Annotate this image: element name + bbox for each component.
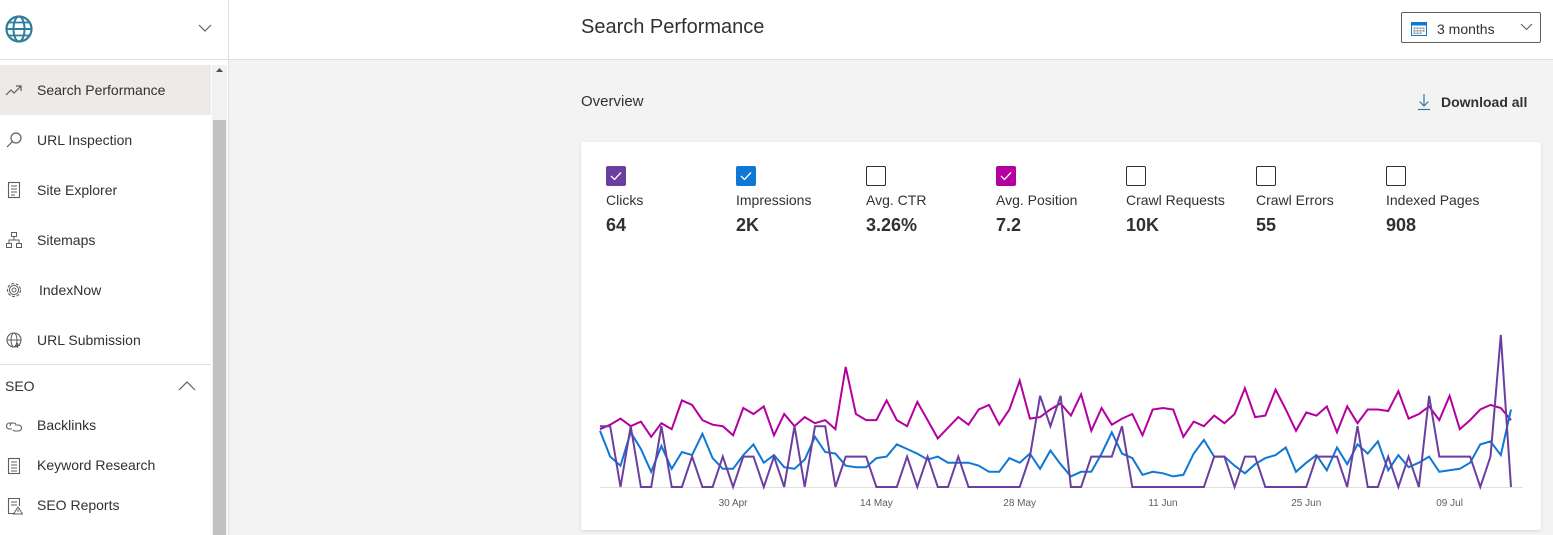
download-icon (1418, 94, 1430, 111)
metric-crawl-requests[interactable]: Crawl Requests 10K (1126, 166, 1251, 236)
globe-add-icon (6, 332, 22, 348)
search-icon (6, 132, 22, 148)
sidebar-section-seo[interactable]: SEO (0, 365, 211, 407)
document-lines-icon (7, 457, 21, 475)
checkmark-icon (1000, 172, 1012, 181)
section-label: SEO (5, 378, 35, 394)
download-all-label: Download all (1441, 94, 1528, 110)
sidebar-item-label: SEO Reports (37, 497, 120, 513)
checkmark-icon (610, 172, 622, 181)
report-warning-icon (7, 497, 23, 515)
metric-crawl-errors[interactable]: Crawl Errors 55 (1256, 166, 1381, 236)
gear-icon (6, 282, 22, 298)
sidebar-item-label: Sitemaps (37, 232, 96, 248)
metric-value: 7.2 (996, 215, 1022, 235)
metric-clicks[interactable]: Clicks 64 (606, 166, 731, 236)
chevron-up-icon[interactable] (178, 379, 196, 391)
x-tick-label: 11 Jun (1148, 498, 1177, 509)
metric-name: Avg. CTR (866, 192, 927, 208)
sidebar-scrollbar[interactable] (212, 65, 227, 535)
date-range-dropdown[interactable]: 3 months (1401, 12, 1541, 43)
metric-checkbox[interactable] (736, 166, 756, 186)
scroll-up-arrow-icon[interactable] (212, 65, 227, 77)
chevron-down-icon[interactable] (197, 20, 213, 36)
sidebar-item-label: IndexNow (39, 282, 102, 298)
sidebar-item-label: URL Submission (37, 332, 141, 348)
metric-name: Clicks (606, 192, 644, 208)
sidebar-item-site-explorer[interactable]: Site Explorer (0, 165, 211, 215)
sidebar-item-label: Site Explorer (37, 182, 118, 198)
metric-value: 55 (1256, 215, 1277, 235)
metric-checkbox[interactable] (1126, 166, 1146, 186)
metric-checkbox[interactable] (1386, 166, 1406, 186)
sidebar-item-url-inspection[interactable]: URL Inspection (0, 115, 211, 165)
sidebar-item-search-performance[interactable]: Search Performance (0, 65, 211, 115)
metric-name: Avg. Position (996, 192, 1078, 208)
metric-value: 64 (606, 215, 627, 235)
series-line-avg-position (599, 366, 1512, 441)
x-tick-label: 25 Jun (1291, 498, 1321, 509)
metric-avg-position[interactable]: Avg. Position 7.2 (996, 166, 1121, 236)
sidebar-nav: Search Performance URL Inspection Site E… (0, 65, 211, 535)
sidebar-item-sitemaps[interactable]: Sitemaps (0, 215, 211, 265)
sidebar-item-label: Backlinks (37, 417, 97, 433)
trending-up-icon (5, 85, 22, 96)
sidebar-item-url-submission[interactable]: URL Submission (0, 315, 211, 365)
globe-icon (5, 15, 33, 43)
link-icon (6, 422, 22, 432)
sitemap-icon (6, 232, 22, 248)
sidebar: Search Performance URL Inspection Site E… (0, 0, 229, 535)
metric-indexed-pages[interactable]: Indexed Pages 908 (1386, 166, 1511, 236)
metric-value: 3.26% (866, 215, 918, 235)
sidebar-item-keyword-research[interactable]: Keyword Research (0, 446, 211, 486)
sidebar-item-label: Search Performance (37, 82, 166, 98)
date-range-value: 3 months (1437, 21, 1495, 37)
page-title: Search Performance (581, 16, 765, 38)
download-all-button[interactable]: Download all (1416, 92, 1527, 112)
metric-name: Indexed Pages (1386, 192, 1480, 208)
checkmark-icon (740, 172, 752, 181)
scrollbar-thumb[interactable] (213, 120, 226, 535)
series-line-impressions (599, 409, 1512, 478)
chevron-down-icon (1520, 23, 1533, 31)
sidebar-item-label: Keyword Research (37, 457, 156, 473)
metric-name: Impressions (736, 192, 812, 208)
metric-value: 10K (1126, 215, 1160, 235)
metric-checkbox[interactable] (1256, 166, 1276, 186)
metric-value: 2K (736, 215, 760, 235)
sidebar-item-seo-reports[interactable]: SEO Reports (0, 486, 211, 526)
x-tick-label: 09 Jul (1436, 498, 1463, 509)
site-selector[interactable] (0, 0, 228, 60)
sidebar-item-indexnow[interactable]: IndexNow (0, 265, 211, 315)
metric-avg-ctr[interactable]: Avg. CTR 3.26% (866, 166, 991, 236)
metric-checkbox[interactable] (606, 166, 626, 186)
metric-name: Crawl Errors (1256, 192, 1334, 208)
metric-name: Crawl Requests (1126, 192, 1225, 208)
overview-heading: Overview (581, 93, 644, 110)
performance-card: Clicks 64 Impressions 2K Avg. CTR 3.26% Avg. P… (581, 142, 1541, 530)
x-tick-label: 14 May (860, 498, 893, 509)
sidebar-item-backlinks[interactable]: Backlinks (0, 406, 211, 446)
metric-checkbox[interactable] (866, 166, 886, 186)
calendar-icon (1411, 22, 1427, 36)
metric-impressions[interactable]: Impressions 2K (736, 166, 861, 236)
document-list-icon (7, 181, 21, 199)
series-line-clicks (600, 334, 1512, 491)
metric-checkbox[interactable] (996, 166, 1016, 186)
metric-value: 908 (1386, 215, 1417, 235)
x-tick-label: 30 Apr (719, 498, 749, 509)
x-tick-label: 28 May (1003, 498, 1036, 509)
top-header: Search Performance 3 months (229, 0, 1553, 60)
sidebar-item-label: URL Inspection (37, 132, 133, 148)
